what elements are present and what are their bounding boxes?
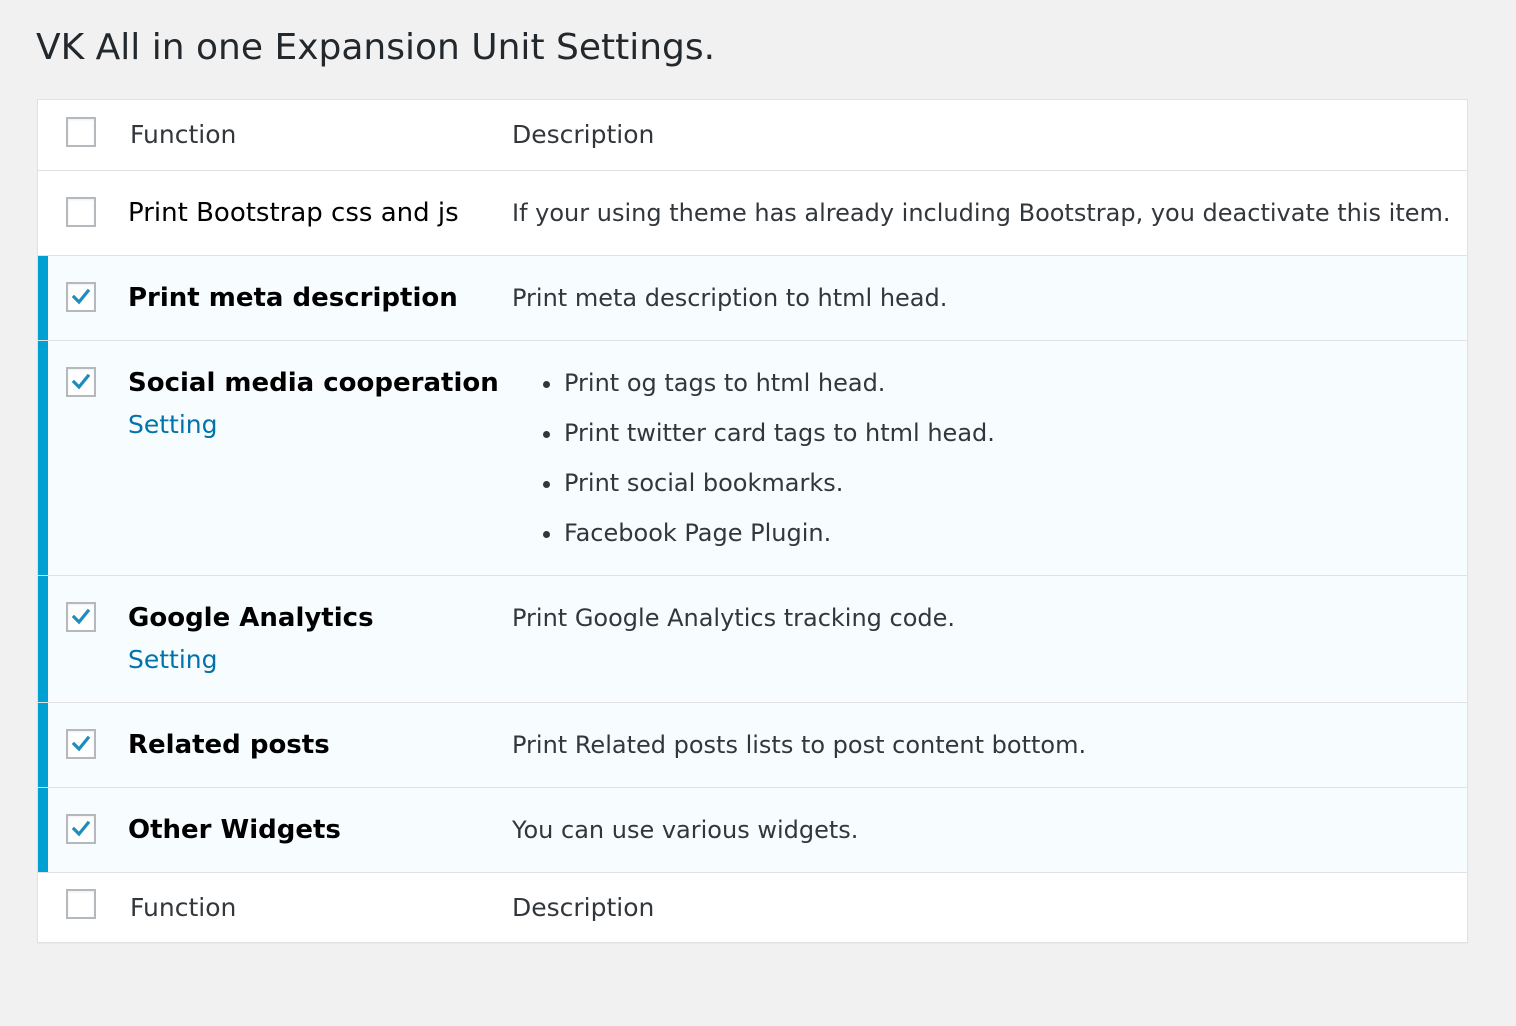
select-all-cell-footer: [38, 872, 128, 942]
table-footer-row: Function Description: [38, 872, 1467, 942]
checkmark-icon: [71, 288, 91, 304]
row-checkbox[interactable]: [66, 728, 96, 759]
functions-table: Function Description Print Bootstrap css…: [37, 99, 1468, 943]
select-all-checkbox-footer[interactable]: [66, 889, 96, 920]
checkmark-icon: [71, 608, 91, 624]
function-name: Print meta description: [128, 282, 458, 313]
function-name: Other Widgets: [128, 814, 341, 845]
function-description: Print Google Analytics tracking code.: [512, 603, 956, 632]
description-column-footer: Description: [512, 892, 655, 922]
select-all-cell: [38, 100, 128, 170]
settings-page: VK All in one Expansion Unit Settings. F…: [0, 0, 1516, 1026]
list-item: Facebook Page Plugin.: [564, 515, 1451, 551]
list-item: Print social bookmarks.: [564, 465, 1451, 501]
checkmark-icon: [71, 373, 91, 389]
checkmark-icon: [71, 820, 91, 836]
row-checkbox[interactable]: [66, 281, 96, 312]
function-column-header[interactable]: Function: [128, 100, 512, 170]
setting-link[interactable]: Setting: [128, 407, 512, 443]
row-checkbox[interactable]: [66, 366, 96, 397]
row-checkbox[interactable]: [66, 813, 96, 844]
function-description: Print og tags to html head. Print twitte…: [512, 340, 1467, 575]
function-column-footer[interactable]: Function: [128, 872, 512, 942]
page-title: VK All in one Expansion Unit Settings.: [36, 27, 716, 68]
select-all-checkbox[interactable]: [66, 116, 96, 147]
list-item: Print twitter card tags to html head.: [564, 415, 1451, 451]
table-row: Related posts Print Related posts lists …: [38, 702, 1467, 787]
function-name: Social media cooperation: [128, 367, 499, 398]
table-row: Social media cooperation Setting Print o…: [38, 340, 1467, 575]
function-description: You can use various widgets.: [512, 815, 859, 844]
table-row: Print meta description Print meta descri…: [38, 255, 1467, 340]
description-list: Print og tags to html head. Print twitte…: [512, 365, 1451, 551]
table-row: Other Widgets You can use various widget…: [38, 787, 1467, 872]
checkmark-icon: [71, 735, 91, 751]
description-column-header: Description: [512, 120, 655, 150]
function-description: If your using theme has already includin…: [512, 198, 1451, 227]
table-row: Print Bootstrap css and js If your using…: [38, 170, 1467, 255]
setting-link[interactable]: Setting: [128, 642, 512, 678]
function-name: Related posts: [128, 729, 330, 760]
function-description: Print Related posts lists to post conten…: [512, 730, 1087, 759]
table-header-row: Function Description: [38, 100, 1467, 170]
function-name: Google Analytics: [128, 602, 374, 633]
row-checkbox[interactable]: [66, 196, 96, 227]
function-description: Print meta description to html head.: [512, 283, 948, 312]
function-name: Print Bootstrap css and js: [128, 197, 459, 228]
table-row: Google Analytics Setting Print Google An…: [38, 575, 1467, 702]
row-checkbox[interactable]: [66, 601, 96, 632]
list-item: Print og tags to html head.: [564, 365, 1451, 401]
